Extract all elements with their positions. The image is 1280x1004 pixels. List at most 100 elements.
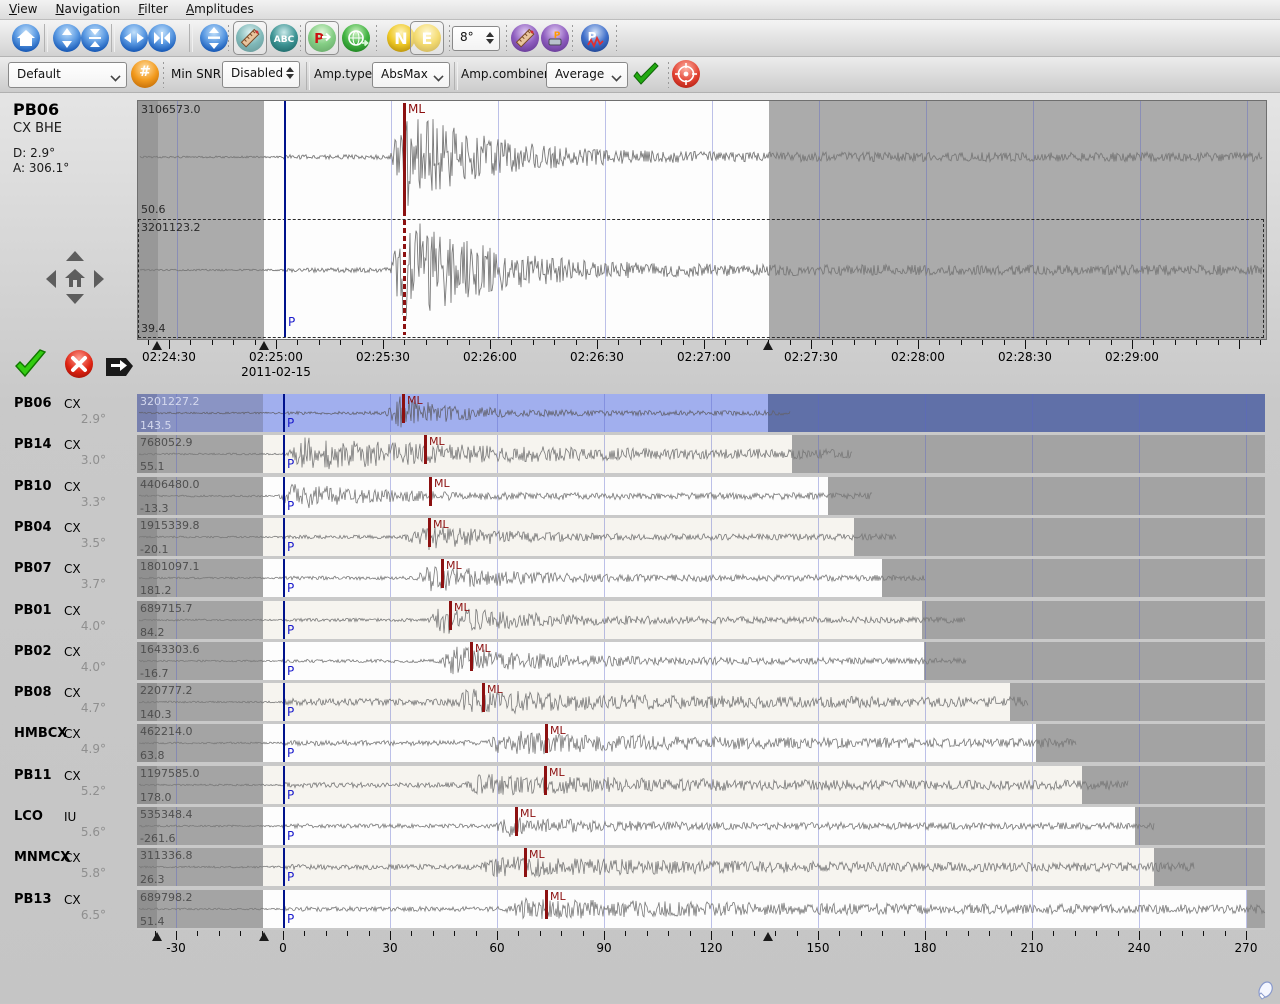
- trace-row-mnmcx[interactable]: PML311336.826.3: [137, 848, 1265, 886]
- min-snr-spinbox[interactable]: Disabled: [222, 61, 300, 88]
- home-button[interactable]: [12, 24, 40, 52]
- green-check-icon[interactable]: [630, 60, 662, 90]
- spin-arrows-icon[interactable]: [486, 30, 494, 46]
- measure-amplitude-button[interactable]: [236, 24, 264, 52]
- p-pick-marker[interactable]: [283, 601, 285, 639]
- time-range-marker[interactable]: [763, 932, 773, 941]
- p-pick-marker[interactable]: [283, 642, 285, 680]
- apply-picks-button[interactable]: [342, 24, 370, 52]
- trace-row-pb14[interactable]: PML768052.955.1: [137, 435, 1265, 473]
- p-pick-marker[interactable]: [283, 683, 285, 721]
- p-pick-marker[interactable]: [284, 101, 286, 337]
- station-code-label[interactable]: PB01: [14, 603, 52, 618]
- trace-row-pb13[interactable]: PML689798.251.4: [137, 890, 1265, 928]
- ml-pick-marker[interactable]: [544, 766, 547, 795]
- reject-pick-button[interactable]: [65, 350, 93, 378]
- hash-button[interactable]: #: [131, 60, 159, 88]
- time-range-marker[interactable]: [763, 341, 773, 350]
- nav-down-button[interactable]: [66, 294, 84, 304]
- trace-row-pb10[interactable]: PML4406480.0-13.3: [137, 477, 1265, 515]
- amp-combiner-combobox[interactable]: Average: [546, 62, 628, 88]
- p-pick-marker[interactable]: [283, 518, 285, 556]
- amplitude-value-label: 55.1: [140, 460, 165, 473]
- p-pick-marker[interactable]: [283, 848, 285, 886]
- nav-up-button[interactable]: [66, 251, 84, 261]
- amp-type-combobox[interactable]: AbsMax: [372, 62, 450, 88]
- annotation-button[interactable]: ABC: [270, 24, 298, 52]
- red-target-button[interactable]: [672, 60, 700, 88]
- p-pick-marker[interactable]: [283, 807, 285, 845]
- trace-row-pb11[interactable]: PML1197585.0178.0: [137, 766, 1265, 804]
- profile-combobox[interactable]: Default: [8, 62, 127, 88]
- ml-pick-marker[interactable]: [429, 477, 432, 506]
- amplitude-ruler-button[interactable]: [511, 24, 539, 52]
- station-code-label[interactable]: PB08: [14, 685, 52, 700]
- ml-pick-marker[interactable]: [441, 559, 444, 588]
- trace-row-pb07[interactable]: PML1801097.1181.2: [137, 559, 1265, 597]
- station-code-label[interactable]: PB10: [14, 479, 52, 494]
- fit-vertical-button[interactable]: [81, 24, 109, 52]
- time-range-marker[interactable]: [152, 341, 162, 350]
- zoom-vertical-button[interactable]: [53, 24, 81, 52]
- angle-spinbox[interactable]: 8°: [452, 26, 500, 51]
- component-e-button[interactable]: E: [413, 24, 441, 52]
- station-code-label[interactable]: PB14: [14, 437, 52, 452]
- spin-arrows-icon[interactable]: [286, 65, 294, 81]
- ml-pick-marker[interactable]: [470, 642, 473, 671]
- trace-row-hmbcx[interactable]: PML462214.063.8: [137, 724, 1265, 762]
- ml-pick-marker[interactable]: [545, 724, 548, 753]
- ml-pick-marker[interactable]: [428, 518, 431, 547]
- time-range-marker[interactable]: [259, 341, 269, 350]
- ml-pick-marker[interactable]: [482, 683, 485, 712]
- ml-pick-marker[interactable]: [424, 435, 427, 464]
- menu-item-view[interactable]: View: [0, 0, 46, 18]
- ml-pick-marker[interactable]: [545, 890, 548, 919]
- nav-right-button[interactable]: [94, 270, 104, 288]
- station-code-label[interactable]: LCO: [14, 809, 43, 824]
- menu-item-amplitudes[interactable]: Amplitudes: [177, 0, 263, 18]
- p-pick-marker[interactable]: [283, 477, 285, 515]
- ml-pick-marker-dashed[interactable]: [403, 220, 406, 335]
- station-code-label[interactable]: PB11: [14, 768, 52, 783]
- ml-pick-marker[interactable]: [402, 394, 405, 423]
- time-range-marker[interactable]: [152, 932, 162, 941]
- menu-item-filter[interactable]: Filter: [129, 0, 177, 18]
- p-pick-marker[interactable]: [283, 435, 285, 473]
- ml-pick-marker[interactable]: [515, 807, 518, 836]
- station-waveform: [137, 477, 1265, 515]
- ml-pick-marker[interactable]: [449, 601, 452, 630]
- ml-pick-marker[interactable]: [403, 103, 406, 216]
- fit-horizontal-button[interactable]: [148, 24, 176, 52]
- station-code-label[interactable]: PB07: [14, 561, 52, 576]
- p-waveform-button[interactable]: P: [581, 24, 609, 52]
- ml-pick-marker[interactable]: [524, 848, 527, 877]
- scale-amplitudes-button[interactable]: [200, 24, 228, 52]
- trace-row-pb02[interactable]: PML1643303.6-16.7: [137, 642, 1265, 680]
- zoom-trace-panel[interactable]: PML3106573.050.63201123.239.4: [137, 100, 1267, 340]
- accept-pick-button[interactable]: [12, 348, 48, 382]
- trace-row-pb04[interactable]: PML1915339.8-20.1: [137, 518, 1265, 556]
- station-code-label[interactable]: MNMCX: [14, 850, 70, 865]
- time-range-marker[interactable]: [259, 932, 269, 941]
- pick-phase-button[interactable]: P: [308, 24, 336, 52]
- station-code-label[interactable]: PB13: [14, 892, 52, 907]
- station-code-label[interactable]: PB02: [14, 644, 52, 659]
- station-code-label[interactable]: PB06: [14, 396, 52, 411]
- trace-row-lco[interactable]: PML535348.4-261.6: [137, 807, 1265, 845]
- nav-left-button[interactable]: [46, 270, 56, 288]
- p-pick-marker[interactable]: [283, 766, 285, 804]
- p-pick-marker[interactable]: [283, 890, 285, 928]
- trace-row-pb01[interactable]: PML689715.784.2: [137, 601, 1265, 639]
- trace-row-pb06[interactable]: PML3201227.2143.5: [137, 394, 1265, 432]
- trace-row-pb08[interactable]: PML220777.2140.3: [137, 683, 1265, 721]
- size-grip-icon[interactable]: [1253, 980, 1275, 1000]
- nav-home-button[interactable]: [63, 266, 87, 290]
- amplitude-pick-button[interactable]: P: [541, 24, 569, 52]
- p-pick-marker[interactable]: [283, 559, 285, 597]
- zoom-horizontal-button[interactable]: [120, 24, 148, 52]
- p-pick-marker[interactable]: [283, 724, 285, 762]
- station-code-label[interactable]: PB04: [14, 520, 52, 535]
- station-code-label[interactable]: HMBCX: [14, 726, 67, 741]
- menu-item-navigation[interactable]: Navigation: [46, 0, 129, 18]
- p-pick-marker[interactable]: [283, 394, 285, 432]
